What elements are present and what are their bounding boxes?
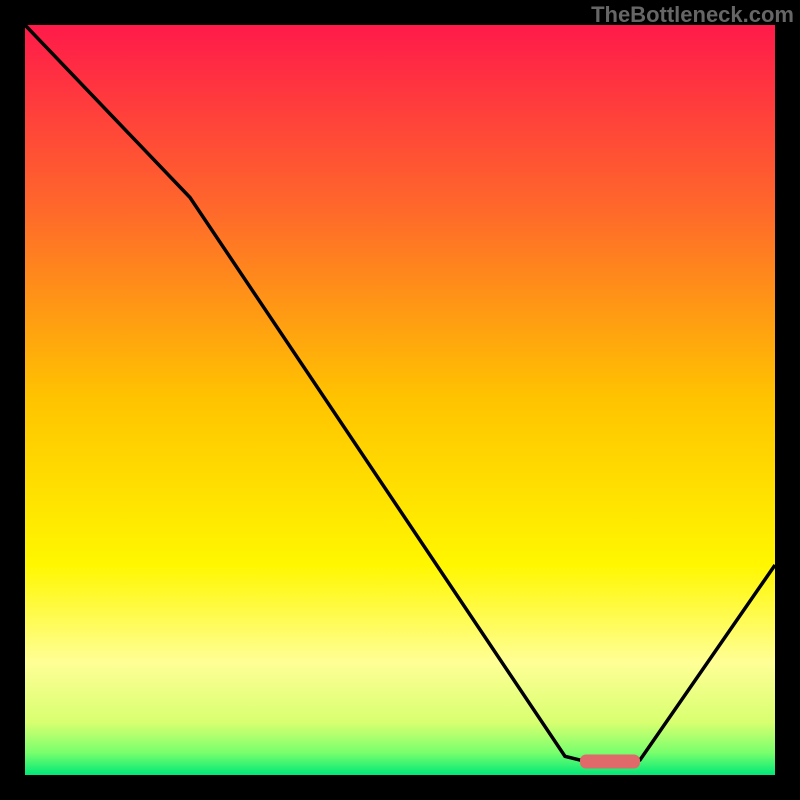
optimal-zone-marker	[580, 755, 640, 769]
chart-svg	[25, 25, 775, 775]
watermark-text: TheBottleneck.com	[591, 2, 794, 28]
chart-container: TheBottleneck.com	[0, 0, 800, 800]
plot-background	[25, 25, 775, 775]
